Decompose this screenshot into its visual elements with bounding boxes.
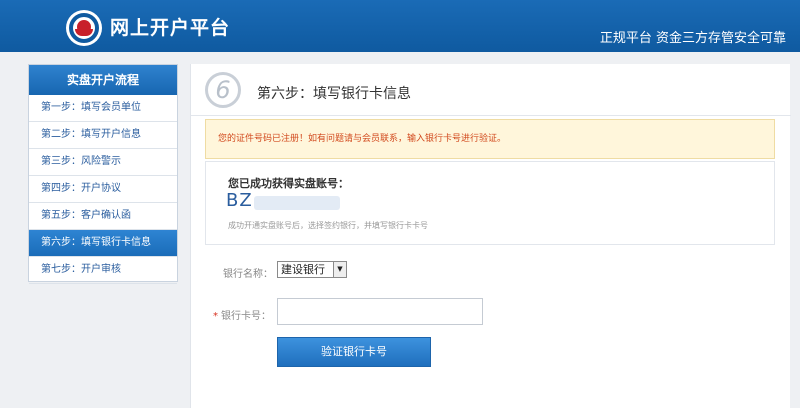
step-header: 6 第六步：填写银行卡信息 <box>191 64 791 116</box>
chevron-down-icon[interactable]: ▼ <box>333 262 346 277</box>
account-number: BZ <box>226 190 253 211</box>
step-number-icon: 6 <box>205 72 241 108</box>
account-number-redacted <box>254 196 340 210</box>
account-title: 您已成功获得实盘账号： <box>228 177 349 190</box>
card-number-label: * 银行卡号： <box>213 307 271 322</box>
bank-name-label: 银行名称： <box>223 269 273 280</box>
logo-icon <box>66 10 102 46</box>
sidebar-item-step6[interactable]: 第六步：填写银行卡信息 <box>29 230 177 257</box>
account-hint: 成功开通实盘账号后，选择签约银行，并填写银行卡卡号 <box>228 221 428 230</box>
card-number-input[interactable] <box>277 298 483 325</box>
verify-card-button[interactable]: 验证银行卡号 <box>277 337 431 367</box>
bank-select[interactable]: 建设银行 ▼ <box>277 261 347 278</box>
sidebar-item-step1[interactable]: 第一步：填写会员单位 <box>29 95 177 122</box>
sidebar-item-step5[interactable]: 第五步：客户确认函 <box>29 203 177 230</box>
sidebar-item-step3[interactable]: 第三步：风险警示 <box>29 149 177 176</box>
top-header: 网上开户平台 正规平台 资金三方存管安全可靠 <box>0 0 800 52</box>
card-number-label-text: 银行卡号： <box>221 311 271 322</box>
main-content: 6 第六步：填写银行卡信息 您的证件号码已注册！如有问题请与会员联系，输入银行卡… <box>190 64 791 408</box>
sidebar-item-step2[interactable]: 第二步：填写开户信息 <box>29 122 177 149</box>
brand-title: 网上开户平台 <box>110 17 231 39</box>
sidebar-title: 实盘开户流程 <box>29 65 177 95</box>
sidebar-item-step4[interactable]: 第四步：开户协议 <box>29 176 177 203</box>
required-icon: * <box>213 311 218 322</box>
sidebar-item-step7[interactable]: 第七步：开户审核 <box>29 257 177 284</box>
header-slogan: 正规平台 资金三方存管安全可靠 <box>599 31 786 46</box>
bank-select-value: 建设银行 <box>281 263 325 276</box>
account-info-box: 您已成功获得实盘账号： BZ 成功开通实盘账号后，选择签约银行，并填写银行卡卡号 <box>205 161 775 245</box>
process-sidebar: 实盘开户流程 第一步：填写会员单位 第二步：填写开户信息 第三步：风险警示 第四… <box>28 64 178 284</box>
page-title: 第六步：填写银行卡信息 <box>257 86 411 102</box>
warning-notice: 您的证件号码已注册！如有问题请与会员联系，输入银行卡号进行验证。 <box>205 119 775 159</box>
